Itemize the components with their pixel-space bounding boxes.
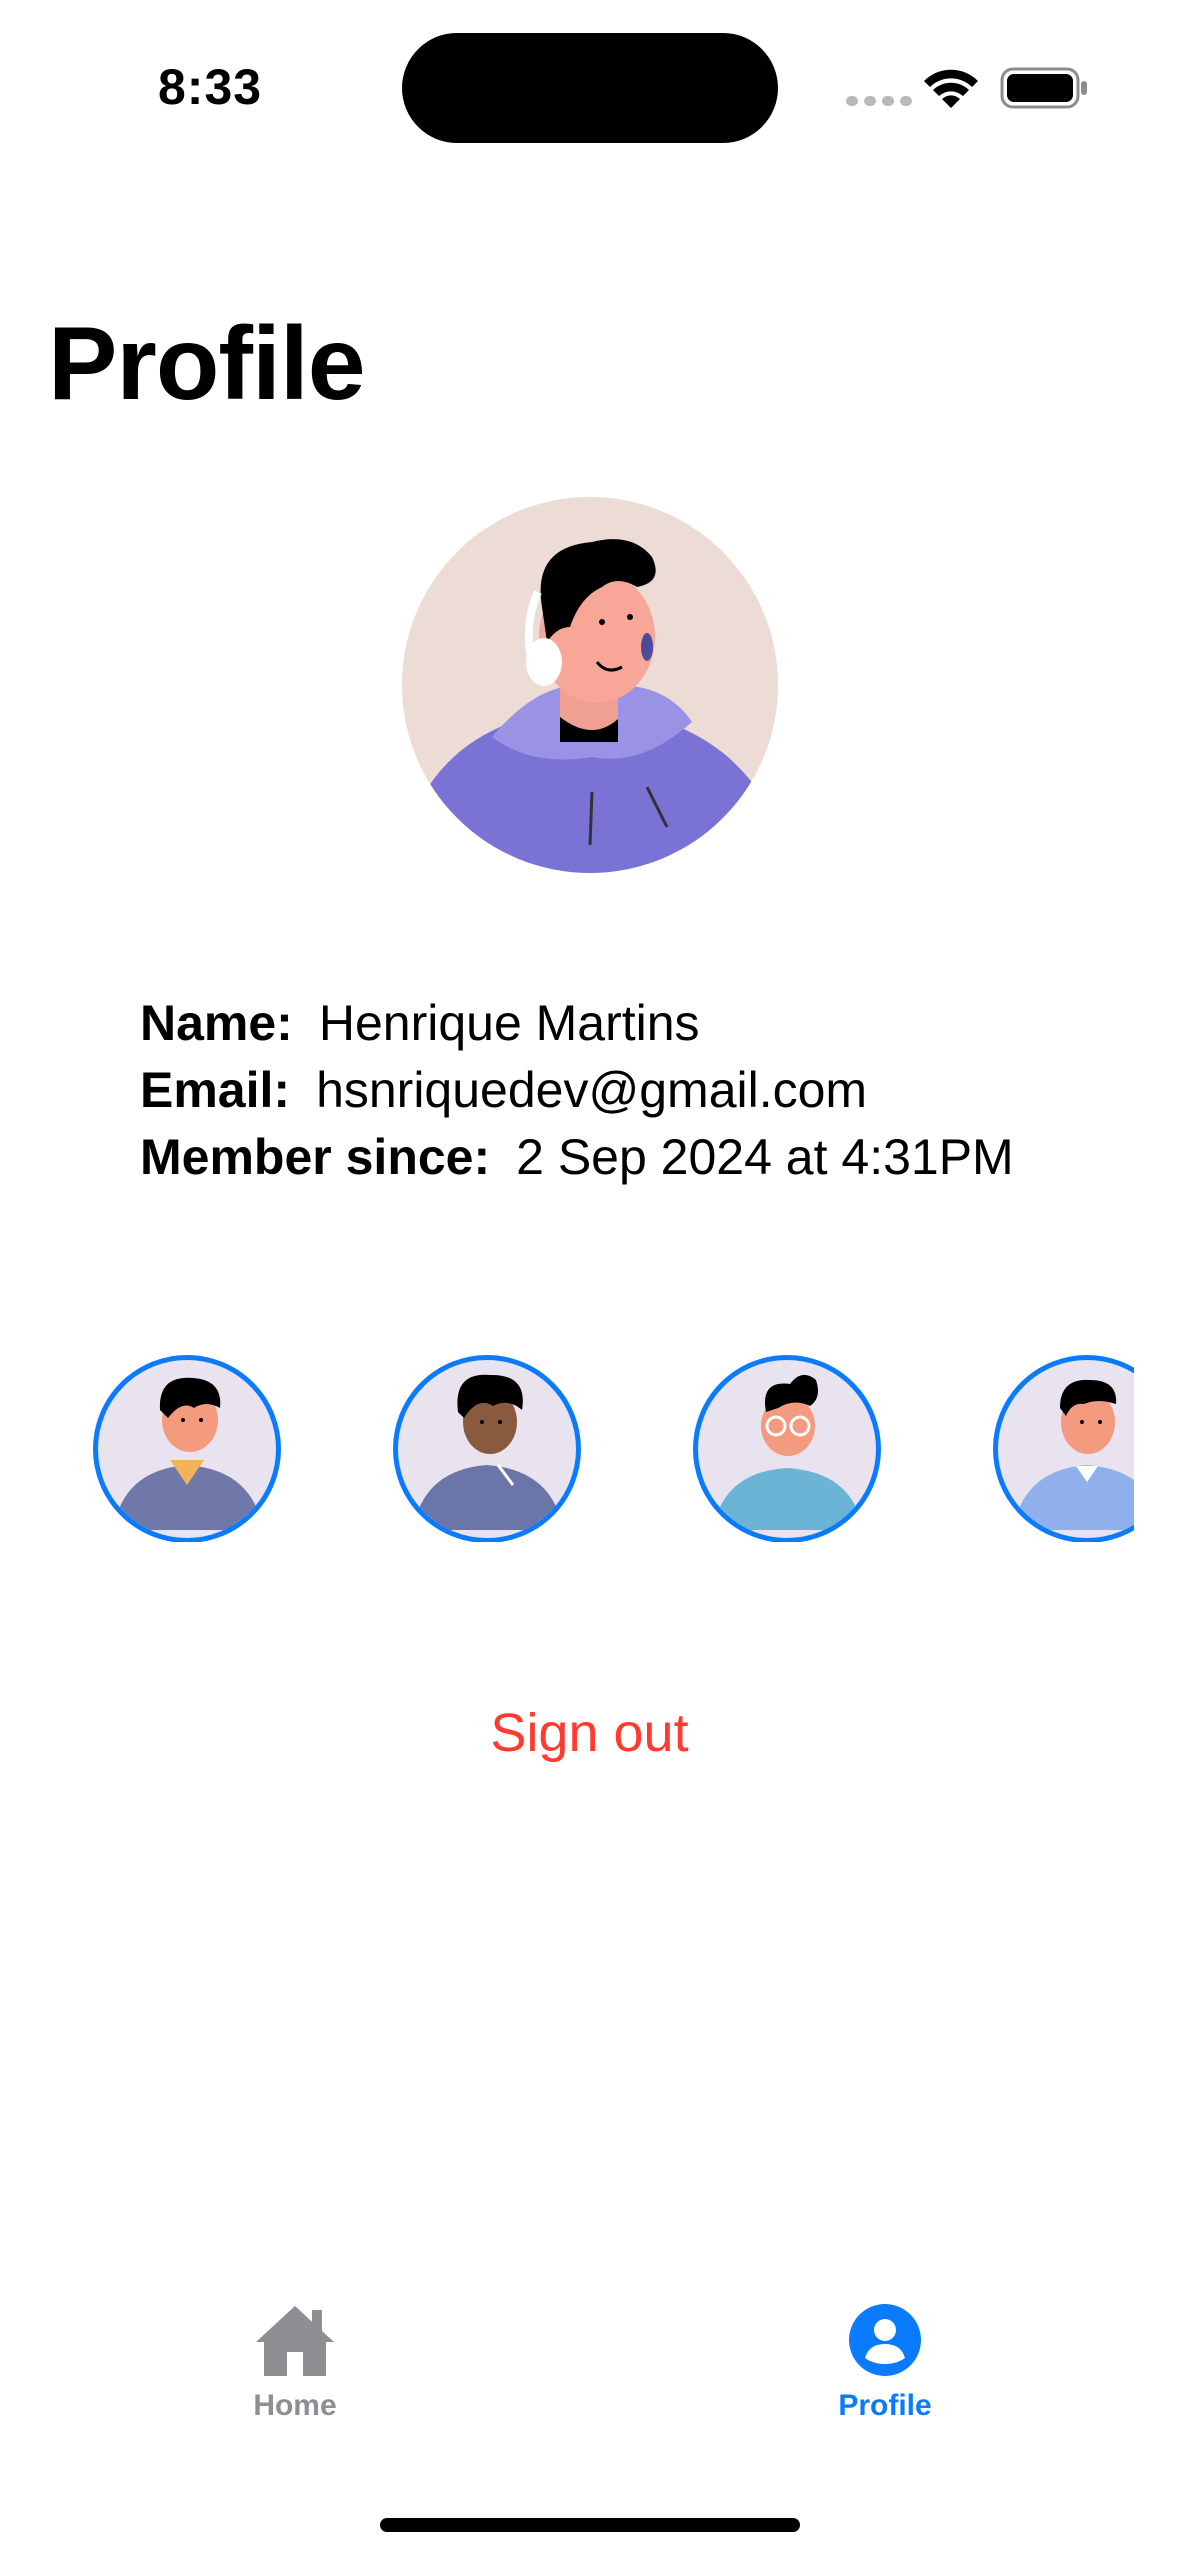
avatar-option-2[interactable] (393, 1355, 581, 1542)
status-bar: 8:33 (0, 0, 1179, 150)
battery-icon (1000, 67, 1087, 109)
member-since-label: Member since: (140, 1129, 491, 1185)
tab-profile[interactable]: Profile (735, 2300, 1035, 2423)
avatar-option-1[interactable] (93, 1355, 281, 1542)
page-title: Profile (48, 306, 366, 422)
house-icon (256, 2306, 334, 2376)
avatar-picker[interactable] (0, 1352, 1134, 1542)
name-label: Name: (140, 995, 293, 1051)
tab-bar: Home Profile (0, 2300, 1179, 2480)
name-value: Henrique Martins (318, 995, 700, 1051)
member-since-value: 2 Sep 2024 at 4:31PM (516, 1129, 1014, 1185)
home-indicator[interactable] (380, 2518, 800, 2532)
email-value: hsnriquedev@gmail.com (316, 1062, 868, 1118)
profile-info: Name: Henrique Martins Email: hsnriquedev@… (140, 990, 1014, 1191)
dynamic-island (402, 33, 778, 143)
status-time: 8:33 (158, 59, 263, 115)
sign-out-button[interactable]: Sign out (0, 1702, 1179, 1764)
tab-home[interactable]: Home (145, 2300, 445, 2423)
person-circle-icon (849, 2304, 921, 2376)
avatar-option-3-icon (713, 1374, 863, 1530)
cellular-signal-icon (846, 96, 912, 106)
profile-avatar[interactable] (402, 497, 778, 873)
avatar-option-4-icon (1013, 1379, 1134, 1530)
wifi-icon (924, 69, 978, 108)
avatar-option-2-icon (413, 1374, 563, 1530)
email-label: Email: (140, 1062, 291, 1118)
email-row: Email: hsnriquedev@gmail.com (140, 1057, 1014, 1124)
tab-home-label: Home (253, 2389, 337, 2422)
avatar-option-1-icon (113, 1377, 263, 1530)
avatar-option-4[interactable] (993, 1355, 1134, 1542)
profile-avatar-headphones-icon (402, 497, 778, 873)
tab-profile-label: Profile (838, 2389, 932, 2422)
name-row: Name: Henrique Martins (140, 990, 1014, 1057)
member-since-row: Member since: 2 Sep 2024 at 4:31PM (140, 1124, 1014, 1191)
avatar-option-3[interactable] (693, 1355, 881, 1542)
